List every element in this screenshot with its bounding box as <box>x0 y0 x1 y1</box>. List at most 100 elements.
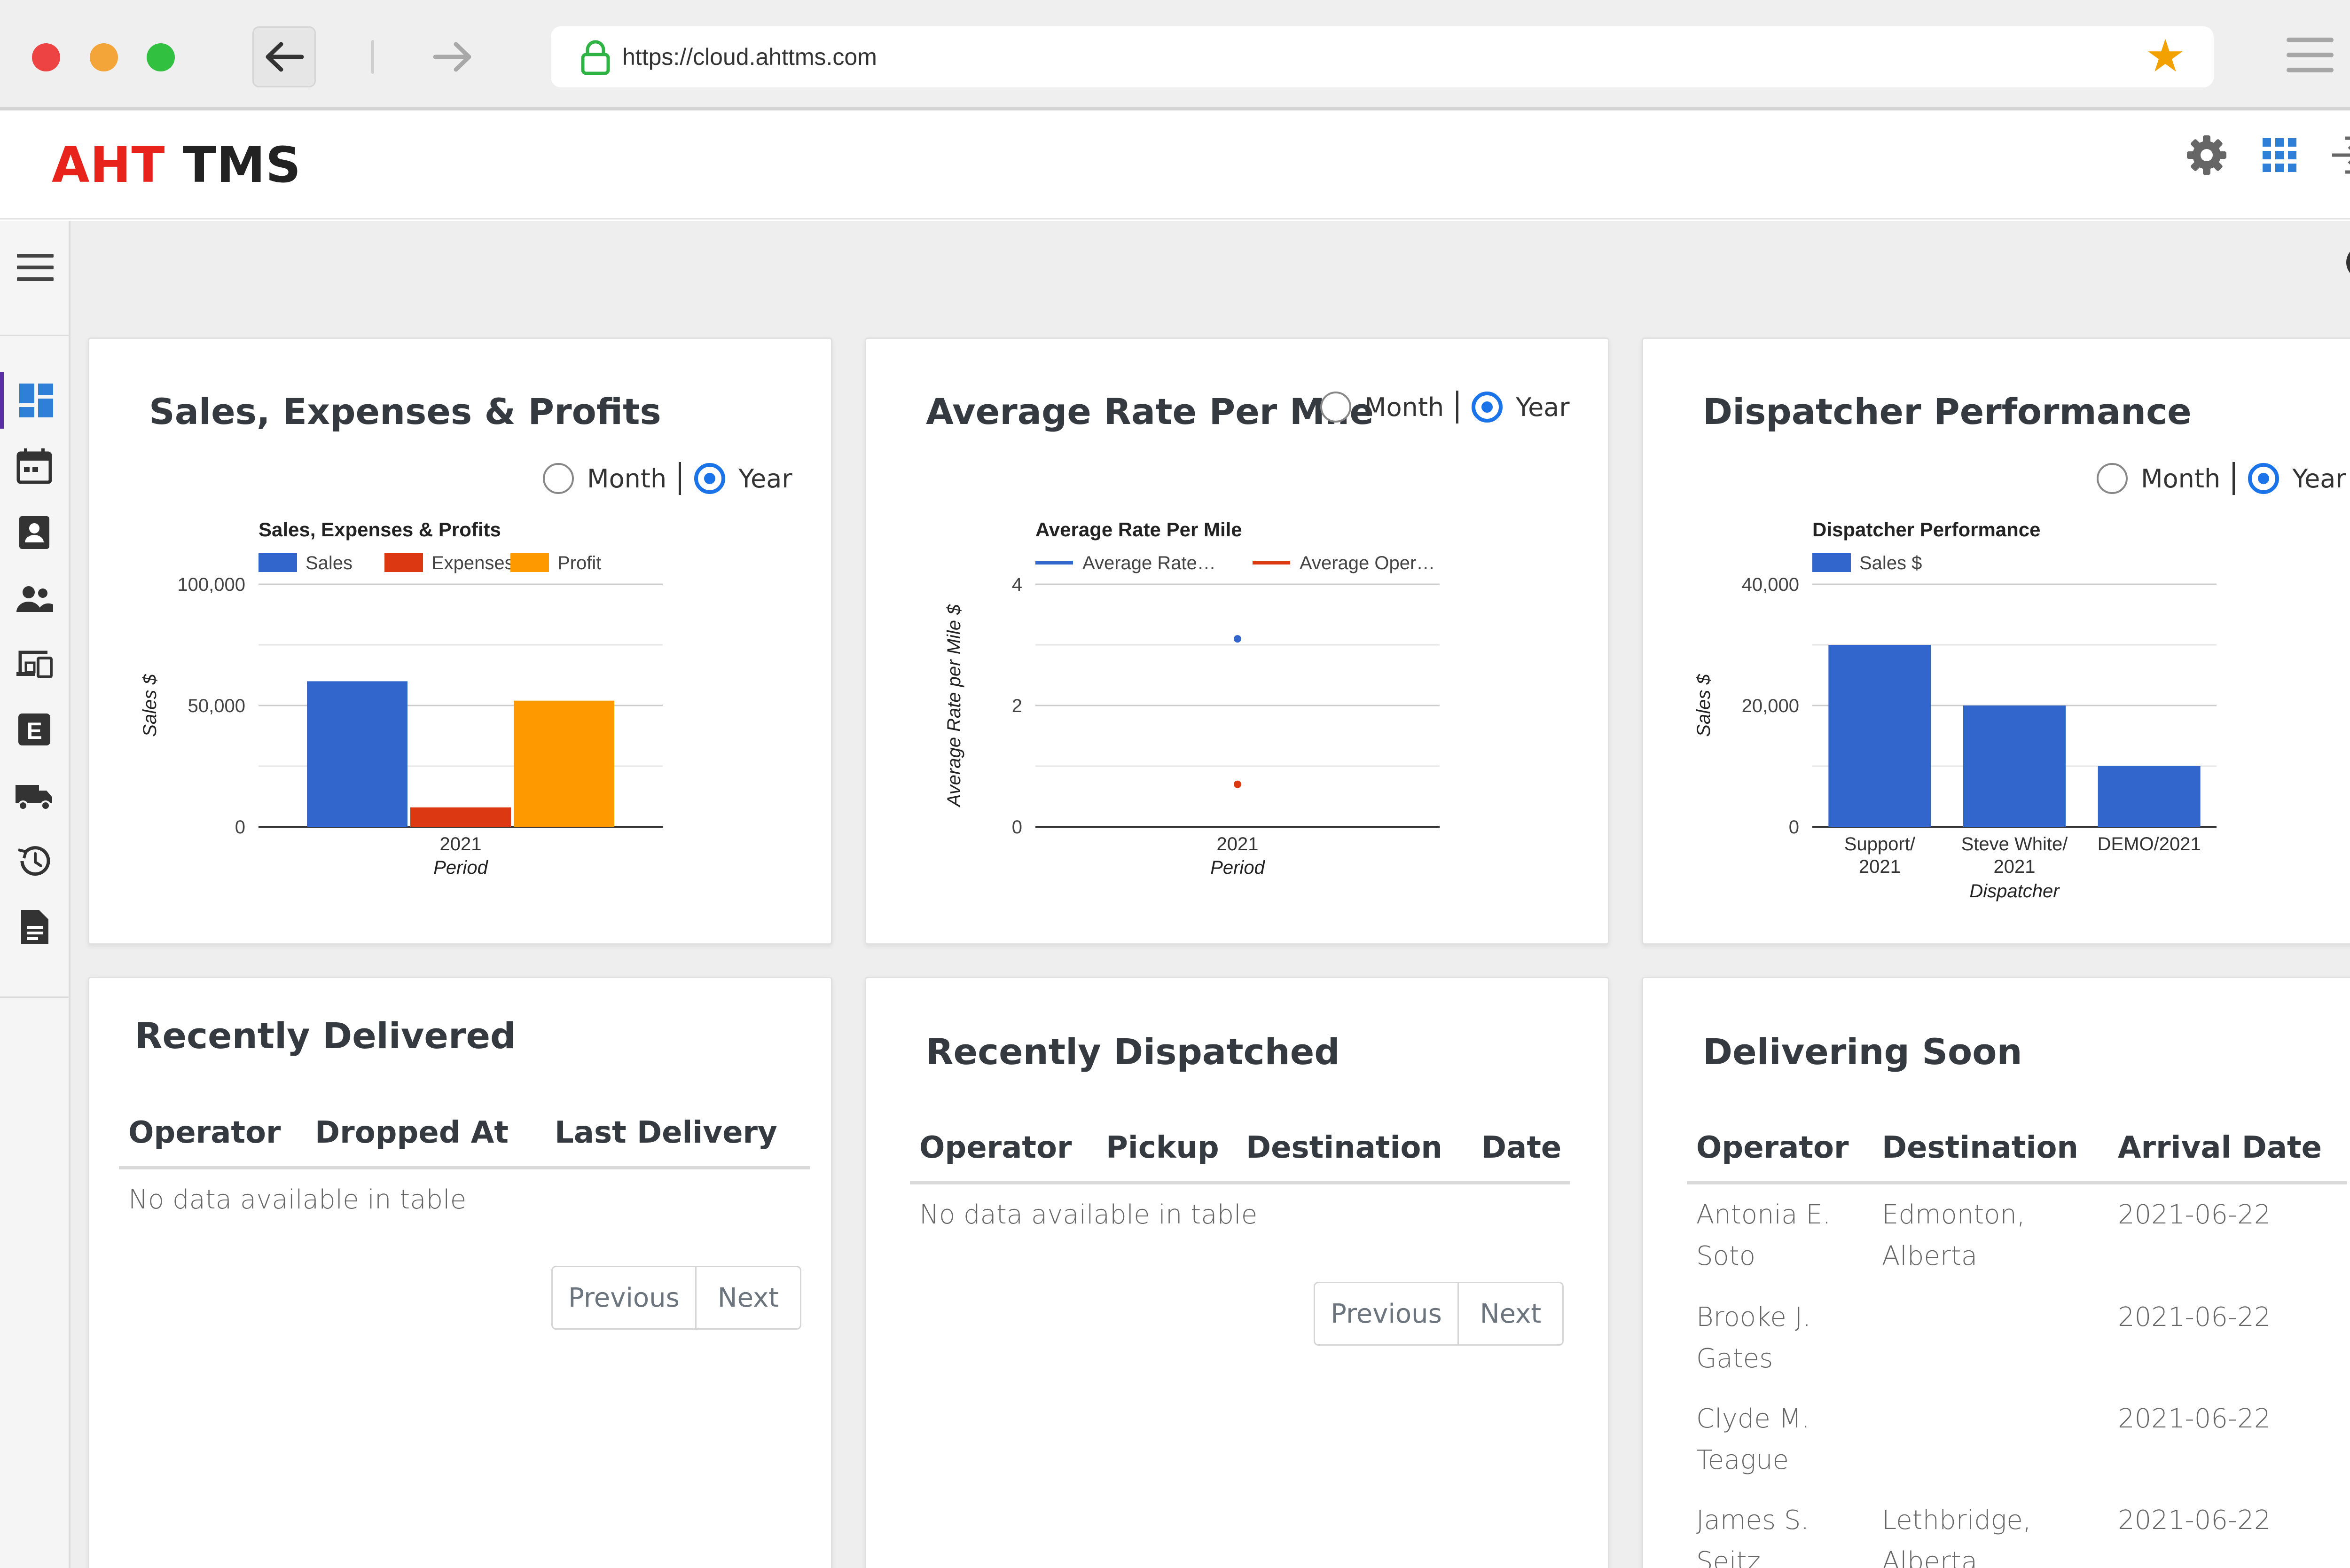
calendar-icon <box>16 448 52 484</box>
sidebar-item-documents[interactable] <box>0 899 69 955</box>
destination-cell: Edmonton, Alberta <box>1882 1200 2025 1271</box>
sidebar-item-e[interactable]: E <box>0 701 69 758</box>
close-window-button[interactable] <box>32 43 60 71</box>
recently-delivered-card: Recently Delivered Operator Dropped At L… <box>88 977 832 1568</box>
legend-swatch <box>384 553 423 572</box>
legend-label: Profit <box>557 553 601 573</box>
app-logo[interactable]: AHT TMS <box>52 136 301 194</box>
browser-chrome: https://cloud.ahttms.com ★ <box>0 0 2350 110</box>
x-tick-label: Steve White/2021 <box>1961 834 2068 877</box>
legend-label: Average Rate… <box>1082 553 1216 573</box>
column-header[interactable]: Last Delivery <box>555 1115 777 1150</box>
minimize-window-button[interactable] <box>90 43 118 71</box>
dashboard-icon <box>19 384 53 417</box>
column-header[interactable]: Date <box>1481 1130 1561 1165</box>
next-page-button[interactable]: Next <box>697 1267 800 1328</box>
empty-table-message: No data available in table <box>919 1200 1258 1230</box>
sidebar-divider <box>0 335 70 336</box>
y-tick-label: 50,000 <box>188 696 245 716</box>
logout-icon[interactable] <box>2326 132 2350 179</box>
y-tick-label: 4 <box>1012 574 1022 595</box>
letter-e-icon: E <box>18 713 50 745</box>
hamburger-icon[interactable] <box>2287 38 2334 75</box>
back-button[interactable] <box>252 26 316 87</box>
arrival-date-cell: 2021-06-22 <box>2118 1505 2271 1536</box>
pagination: Previous Next <box>551 1266 801 1330</box>
column-header[interactable]: Pickup <box>1106 1130 1219 1165</box>
previous-page-button[interactable]: Previous <box>553 1267 697 1328</box>
legend-swatch <box>1812 553 1851 572</box>
gear-icon[interactable] <box>2183 132 2230 179</box>
sidebar-item-dashboard[interactable] <box>0 372 69 429</box>
column-header[interactable]: Destination <box>1882 1130 2078 1165</box>
sidebar-item-history[interactable] <box>0 833 69 889</box>
people-icon <box>16 586 53 612</box>
rate-chart: Average Rate Per Mile Average Rate… Averag… <box>944 518 1440 878</box>
svg-text:E: E <box>26 718 42 744</box>
address-bar[interactable]: https://cloud.ahttms.com ★ <box>551 26 2214 87</box>
dispatcher-chart: Dispatcher Performance Sales $ 0 20,000 40,0… <box>1693 518 2217 902</box>
forward-button[interactable] <box>421 26 484 87</box>
data-point <box>1234 635 1241 643</box>
card-title: Recently Dispatched <box>926 1031 1340 1073</box>
table-header-divider <box>910 1181 1570 1184</box>
x-axis-title: Period <box>433 857 488 878</box>
sidebar-item-contacts[interactable] <box>0 504 69 560</box>
sidebar-item-calendar[interactable] <box>0 438 69 494</box>
arrow-right-icon <box>433 42 471 72</box>
data-point <box>1234 780 1241 788</box>
sales-chart: Sales, Expenses & Profits Sales Expenses Pr… <box>140 518 663 878</box>
sidebar-item-devices[interactable] <box>0 635 69 692</box>
y-axis-title: Sales $ <box>140 674 160 737</box>
arrow-left-icon <box>266 42 304 72</box>
y-tick-label: 0 <box>1012 817 1022 838</box>
legend-label: Expenses <box>431 553 514 573</box>
y-axis-title: Sales $ <box>1693 674 1714 737</box>
delivering-soon-card: Delivering Soon Operator Destination Arr… <box>1642 977 2350 1568</box>
dispatcher-card: Dispatcher Performance Month Year Dispat… <box>1642 337 2350 945</box>
document-icon <box>21 910 48 944</box>
x-axis-title: Period <box>1210 857 1265 878</box>
lock-icon <box>581 40 610 75</box>
sidebar-toggle-icon[interactable] <box>17 254 54 289</box>
x-tick-label: Support/2021 <box>1844 834 1916 877</box>
sales-card: Sales, Expenses & Profits Month Year Sal… <box>88 337 832 945</box>
sidebar-item-users[interactable] <box>0 570 69 626</box>
sidebar-divider <box>0 996 70 998</box>
sidebar: E <box>0 221 70 1568</box>
bar <box>2098 766 2201 827</box>
arrival-date-cell: 2021-06-22 <box>2118 1403 2271 1434</box>
apps-grid-icon[interactable] <box>2256 132 2303 179</box>
x-tick-label: DEMO/2021 <box>2098 834 2201 855</box>
x-tick-label: 2021 <box>1217 834 1259 855</box>
arrival-date-cell: 2021-06-22 <box>2118 1200 2271 1230</box>
recently-dispatched-card: Recently Dispatched Operator Pickup Dest… <box>865 977 1609 1568</box>
bar <box>1963 706 2066 827</box>
operator-cell: Clyde M. Teague <box>1696 1403 1810 1475</box>
bar <box>410 807 511 827</box>
column-header[interactable]: Operator <box>128 1115 281 1150</box>
truck-icon <box>16 785 52 811</box>
x-axis-title: Dispatcher <box>1969 881 2060 902</box>
y-tick-label: 40,000 <box>1742 574 1799 595</box>
card-title: Recently Delivered <box>135 1015 516 1057</box>
column-header[interactable]: Dropped At <box>315 1115 509 1150</box>
chart-title: Sales, Expenses & Profits <box>258 518 501 541</box>
x-tick-label: 2021 <box>440 834 482 855</box>
pagination: Previous Next <box>1314 1282 1564 1346</box>
sidebar-item-trucks[interactable] <box>0 767 69 823</box>
legend-label: Average Oper… <box>1300 553 1435 573</box>
y-tick-label: 20,000 <box>1742 696 1799 716</box>
column-header[interactable]: Arrival Date <box>2118 1130 2322 1165</box>
previous-page-button[interactable]: Previous <box>1315 1283 1459 1344</box>
column-header[interactable]: Destination <box>1246 1130 1442 1165</box>
column-header[interactable]: Operator <box>919 1130 1072 1165</box>
refresh-icon[interactable] <box>2341 240 2350 285</box>
chart-title: Average Rate Per Mile <box>1035 518 1242 541</box>
star-icon[interactable]: ★ <box>2145 34 2186 79</box>
column-header[interactable]: Operator <box>1696 1130 1849 1165</box>
next-page-button[interactable]: Next <box>1459 1283 1562 1344</box>
url-text: https://cloud.ahttms.com <box>622 44 877 70</box>
arrival-date-cell: 2021-06-22 <box>2118 1302 2271 1333</box>
maximize-window-button[interactable] <box>147 43 175 71</box>
